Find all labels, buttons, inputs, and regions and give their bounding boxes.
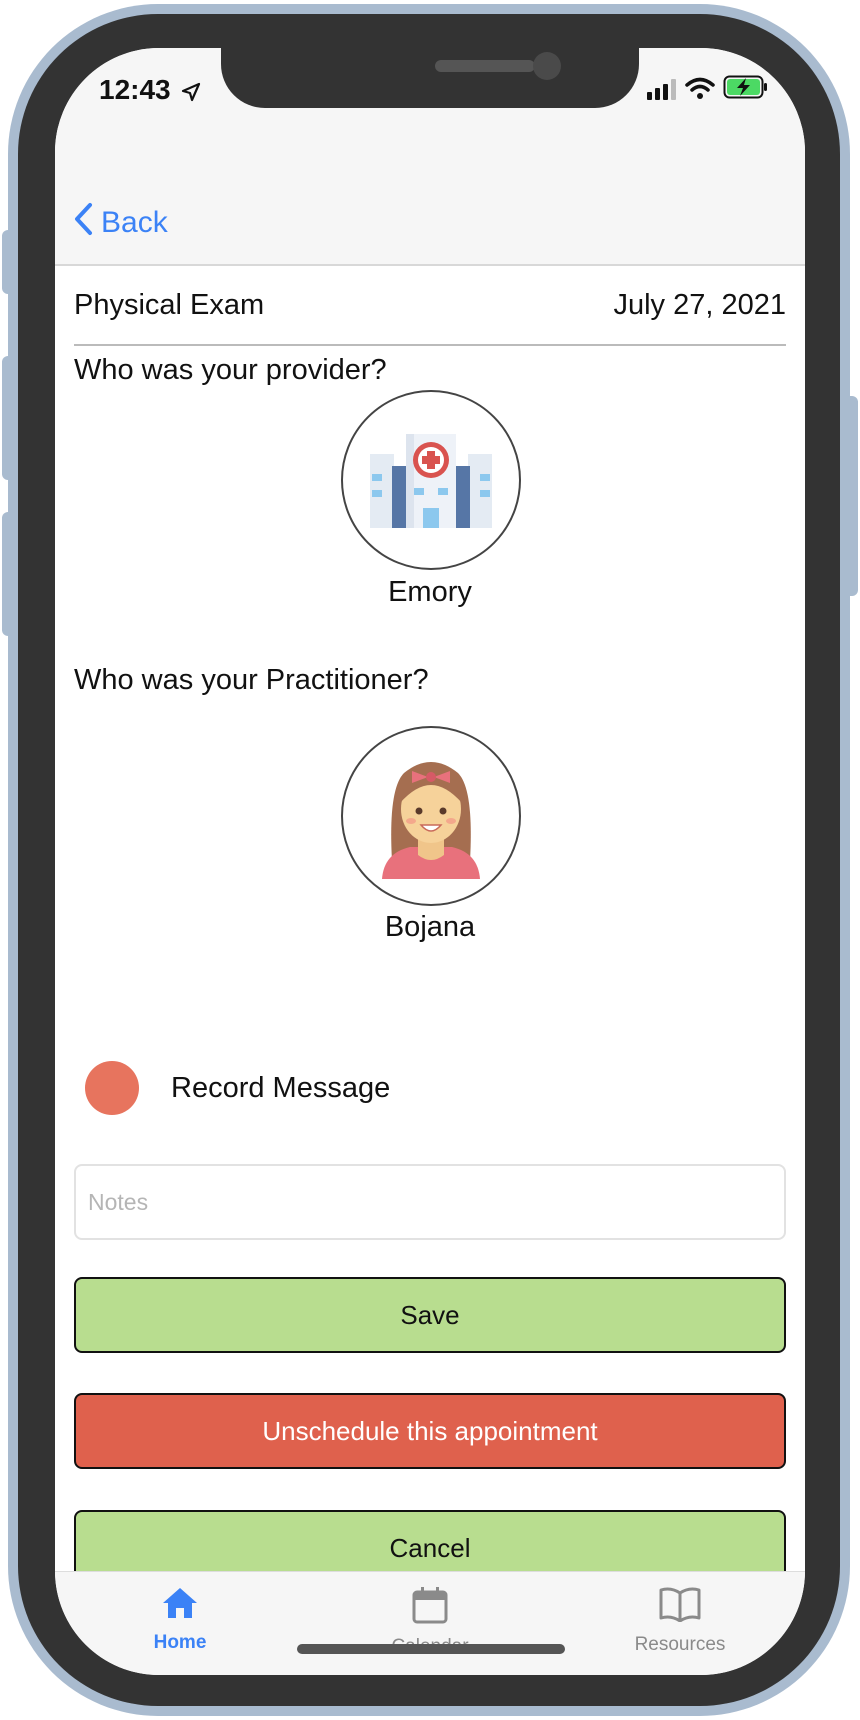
battery-charging-icon xyxy=(723,74,769,105)
front-camera xyxy=(533,52,561,80)
side-button-mute xyxy=(2,230,16,294)
back-label: Back xyxy=(101,206,168,239)
speaker-grille xyxy=(435,60,535,72)
status-time: 12:43 xyxy=(99,74,171,105)
notes-input[interactable] xyxy=(74,1164,786,1240)
practitioner-avatar[interactable] xyxy=(341,726,521,906)
appointment-detail: Physical Exam July 27, 2021 Who was your… xyxy=(55,266,805,1571)
back-button[interactable]: Back xyxy=(73,202,168,244)
practitioner-name: Bojana xyxy=(384,911,476,943)
record-message-label: Record Message xyxy=(171,1071,391,1104)
provider-question: Who was your provider? xyxy=(74,354,387,386)
appointment-date: July 27, 2021 xyxy=(613,288,786,321)
status-bar: 12:43 xyxy=(55,48,805,168)
unschedule-button[interactable]: Unschedule this appointment xyxy=(74,1393,786,1469)
side-button-power xyxy=(844,396,858,596)
appointment-header: Physical Exam July 27, 2021 xyxy=(74,266,786,346)
cancel-button[interactable]: Cancel xyxy=(74,1510,786,1571)
navigation-bar: Back xyxy=(55,168,805,266)
provider-name: Emory xyxy=(388,576,472,608)
record-icon xyxy=(85,1061,139,1115)
chevron-left-icon xyxy=(73,202,93,244)
save-button[interactable]: Save xyxy=(74,1277,786,1353)
appointment-title: Physical Exam xyxy=(74,288,265,321)
home-indicator[interactable] xyxy=(297,1644,565,1654)
woman-avatar-icon xyxy=(376,749,486,884)
tab-home[interactable]: Home xyxy=(95,1586,265,1654)
tab-home-label: Home xyxy=(153,1632,207,1653)
provider-avatar[interactable] xyxy=(341,390,521,570)
home-icon xyxy=(161,1586,199,1626)
camera-notch xyxy=(221,48,639,108)
cellular-signal-icon xyxy=(647,78,677,105)
side-button-volume-up xyxy=(2,356,16,480)
side-button-volume-down xyxy=(2,512,16,636)
practitioner-question: Who was your Practitioner? xyxy=(74,664,429,696)
book-icon xyxy=(658,1586,702,1628)
location-arrow-icon xyxy=(181,82,201,107)
calendar-icon xyxy=(412,1586,448,1630)
tab-bar: Home Calendar Resources xyxy=(55,1571,805,1675)
record-message-button[interactable]: Record Message xyxy=(85,1061,390,1115)
tab-resources[interactable]: Resources xyxy=(595,1586,765,1656)
hospital-icon xyxy=(366,428,496,533)
screen: 12:43 Back Physical Exam July 27, 2021 W… xyxy=(55,48,805,1675)
tab-resources-label: Resources xyxy=(634,1634,726,1655)
wifi-icon xyxy=(685,76,715,105)
